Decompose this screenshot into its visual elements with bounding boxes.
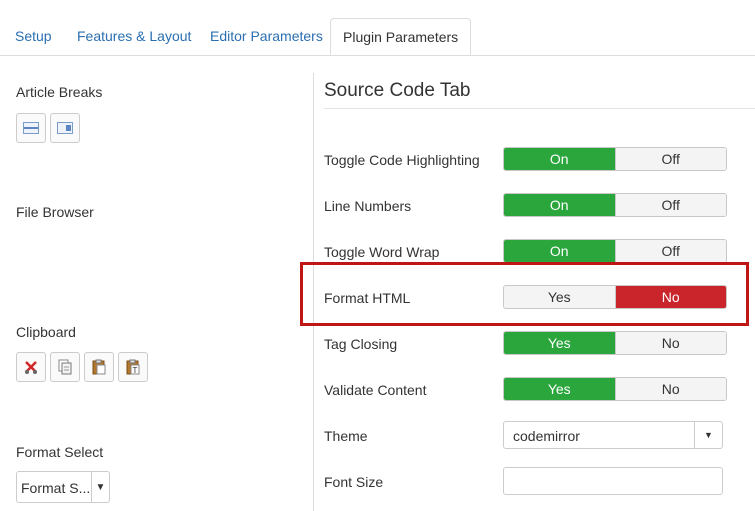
paste-text-button[interactable]: T [118, 352, 148, 382]
validate-content-switch: Yes No [503, 377, 727, 401]
tag-closing-switch: Yes No [503, 331, 727, 355]
line-numbers-off[interactable]: Off [614, 194, 726, 216]
toggle-word-wrap-switch: On Off [503, 239, 727, 263]
tab-features-layout[interactable]: Features & Layout [77, 28, 191, 44]
toggle-code-highlighting-switch: On Off [503, 147, 727, 171]
toggle-word-wrap-on[interactable]: On [504, 240, 615, 262]
readmore-button[interactable] [50, 113, 80, 143]
toggle-code-highlighting-off[interactable]: Off [614, 148, 726, 170]
svg-text:T: T [133, 366, 138, 375]
paste-icon [92, 359, 106, 375]
tab-setup[interactable]: Setup [15, 28, 52, 44]
copy-icon [58, 359, 72, 375]
pagebreak-button[interactable] [16, 113, 46, 143]
tag-closing-no[interactable]: No [614, 332, 726, 354]
font-size-label: Font Size [324, 474, 384, 490]
clipboard-label: Clipboard [16, 324, 76, 340]
article-breaks-label: Article Breaks [16, 84, 103, 100]
tab-plugin-parameters[interactable]: Plugin Parameters [330, 18, 472, 55]
validate-content-no[interactable]: No [614, 378, 726, 400]
tab-bar: Setup Features & Layout Editor Parameter… [0, 0, 755, 56]
readmore-icon [57, 122, 73, 134]
toggle-word-wrap-off[interactable]: Off [614, 240, 726, 262]
toggle-word-wrap-label: Toggle Word Wrap [324, 244, 440, 260]
tab-editor-parameters[interactable]: Editor Parameters [210, 28, 323, 44]
format-select-value: Format S... [21, 480, 91, 496]
theme-label: Theme [324, 428, 368, 444]
font-size-input[interactable] [503, 467, 723, 495]
pagebreak-icon [23, 122, 39, 134]
tag-closing-label: Tag Closing [324, 336, 398, 352]
paste-text-icon: T [126, 359, 140, 375]
file-browser-label: File Browser [16, 204, 94, 220]
format-select-label: Format Select [16, 444, 104, 460]
toggle-code-highlighting-on[interactable]: On [504, 148, 615, 170]
theme-select[interactable]: codemirror ▼ [503, 421, 723, 449]
caret-down-icon: ▼ [694, 422, 722, 448]
line-numbers-on[interactable]: On [504, 194, 615, 216]
caret-down-icon: ▼ [91, 472, 109, 502]
section-divider [324, 108, 755, 109]
paste-button[interactable] [84, 352, 114, 382]
copy-button[interactable] [50, 352, 80, 382]
format-select-dropdown[interactable]: Format S... ▼ [16, 471, 110, 503]
section-title: Source Code Tab [324, 80, 471, 101]
line-numbers-switch: On Off [503, 193, 727, 217]
cut-icon [25, 361, 37, 374]
validate-content-label: Validate Content [324, 382, 427, 398]
theme-select-value: codemirror [513, 428, 580, 444]
line-numbers-label: Line Numbers [324, 198, 412, 214]
validate-content-yes[interactable]: Yes [504, 378, 615, 400]
highlight-annotation-box [300, 262, 749, 326]
toggle-code-highlighting-label: Toggle Code Highlighting [324, 152, 480, 168]
tag-closing-yes[interactable]: Yes [504, 332, 615, 354]
cut-button[interactable] [16, 352, 46, 382]
